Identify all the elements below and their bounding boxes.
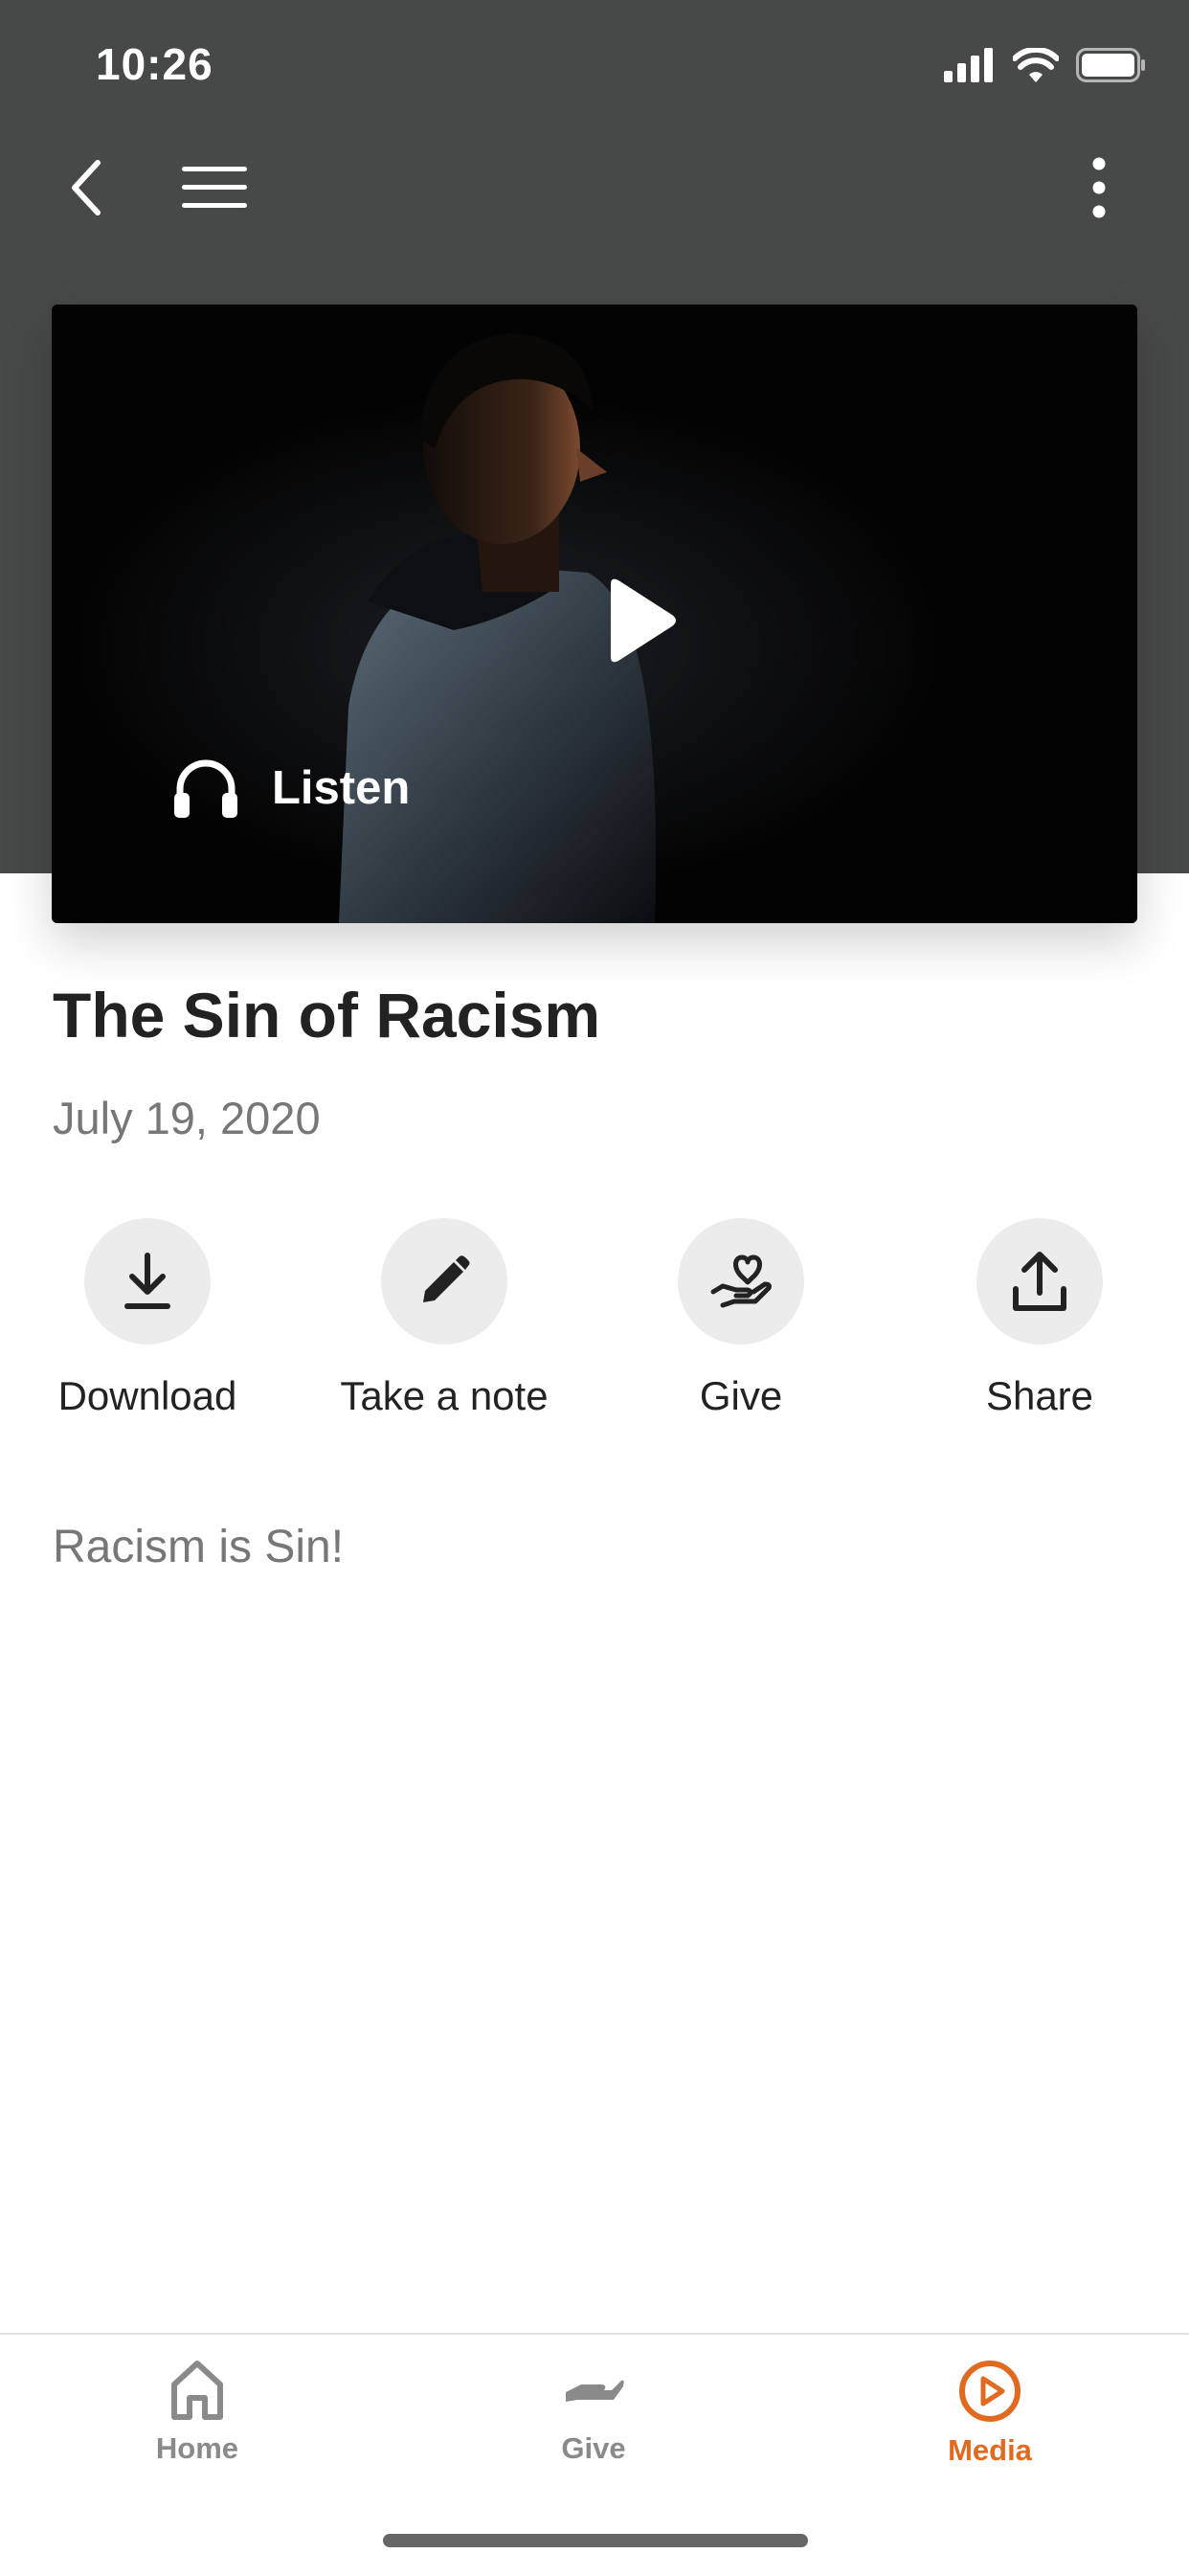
take-note-label: Take a note [340, 1373, 549, 1418]
download-icon [124, 1253, 170, 1309]
download-circle [84, 1218, 211, 1344]
download-button[interactable]: Download [13, 1218, 281, 1419]
status-icons [944, 46, 1147, 87]
tab-give-label: Give [561, 2431, 626, 2465]
action-row: Download Take a note Give Share [0, 1218, 1189, 1448]
play-circle-icon [959, 2361, 1021, 2422]
give-icon [710, 1254, 772, 1308]
play-button[interactable] [588, 573, 684, 668]
status-time: 10:26 [96, 39, 213, 89]
media-card[interactable]: Listen [52, 305, 1137, 923]
tab-media-label: Media [948, 2433, 1032, 2467]
download-label: Download [57, 1373, 237, 1418]
tab-home-label: Home [155, 2431, 239, 2465]
more-button[interactable] [1080, 153, 1118, 222]
wifi-icon [1012, 46, 1060, 87]
battery-icon [1076, 47, 1147, 87]
more-icon [1092, 157, 1106, 218]
share-circle [976, 1218, 1103, 1344]
tab-media[interactable]: Media [875, 2360, 1105, 2468]
home-icon [171, 2361, 223, 2420]
sermon-description: Racism is Sin! [53, 1522, 345, 1572]
share-icon [1013, 1252, 1066, 1311]
back-button[interactable] [57, 153, 115, 222]
listen-button[interactable]: Listen [172, 757, 410, 820]
sermon-title: The Sin of Racism [53, 980, 601, 1051]
give-circle [678, 1218, 804, 1344]
share-button[interactable]: Share [906, 1218, 1174, 1419]
tab-home[interactable]: Home [82, 2360, 312, 2466]
give-hand-icon [566, 2380, 624, 2402]
menu-button[interactable] [180, 163, 249, 213]
give-label: Give [699, 1373, 783, 1418]
tab-give[interactable]: Give [479, 2360, 708, 2466]
home-indicator[interactable] [383, 2534, 808, 2547]
share-label: Share [985, 1373, 1094, 1418]
play-icon [611, 578, 676, 663]
menu-icon [182, 167, 247, 208]
headphones-icon [174, 759, 237, 818]
back-icon [72, 160, 101, 215]
take-note-button[interactable]: Take a note [310, 1218, 578, 1419]
listen-label: Listen [272, 762, 411, 814]
sermon-date: July 19, 2020 [53, 1093, 321, 1143]
pencil-icon [423, 1255, 470, 1302]
signal-icon [944, 47, 996, 87]
take-note-circle [381, 1218, 507, 1344]
give-button[interactable]: Give [607, 1218, 875, 1419]
